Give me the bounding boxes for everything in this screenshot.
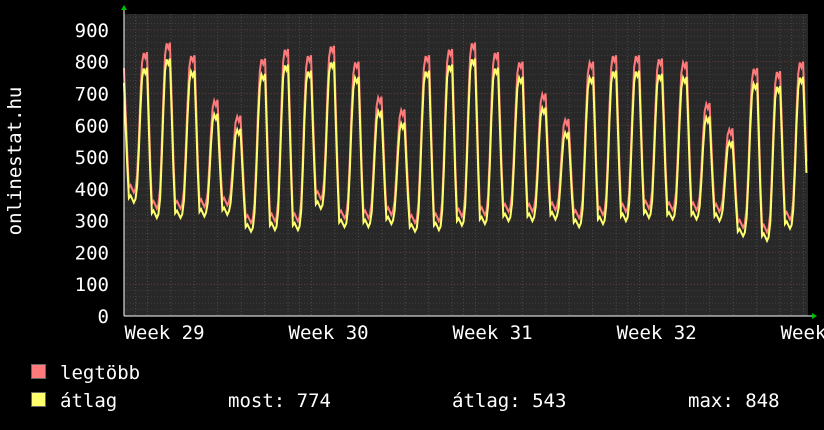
y-tick-label: 300 bbox=[75, 211, 109, 233]
legend-label-avg: átlag bbox=[60, 390, 118, 412]
x-tick-label: Week 33 bbox=[781, 322, 824, 344]
x-tick-label: Week 30 bbox=[289, 322, 369, 344]
legend-item-avg: átlag bbox=[31, 390, 117, 414]
x-tick-label: Week 29 bbox=[124, 322, 204, 344]
line-chart: 0 100 200 300 400 500 600 700 800 900 Week 29 Week … bbox=[75, 5, 824, 344]
y-tick-label: 900 bbox=[75, 20, 109, 42]
legend-swatch-avg bbox=[31, 392, 46, 407]
y-tick-label: 200 bbox=[75, 242, 109, 264]
y-tick-label: 100 bbox=[75, 274, 109, 296]
stat-now: most: 774 bbox=[228, 390, 331, 412]
stat-max: max: 848 bbox=[688, 390, 780, 412]
x-tick-label: Week 31 bbox=[453, 322, 533, 344]
y-tick-label: 600 bbox=[75, 115, 109, 137]
y-axis-arrow bbox=[121, 5, 127, 10]
legend-label-max: legtöbb bbox=[60, 362, 141, 384]
y-axis-label: onlinestat.hu bbox=[4, 86, 26, 236]
legend-item-max: legtöbb bbox=[31, 362, 140, 386]
y-tick-label: 700 bbox=[75, 83, 109, 105]
y-tick-label: 400 bbox=[75, 179, 109, 201]
y-tick-label: 500 bbox=[75, 147, 109, 169]
y-tick-label: 0 bbox=[98, 306, 109, 328]
y-tick-label: 800 bbox=[75, 52, 109, 74]
x-tick-label: Week 32 bbox=[617, 322, 697, 344]
x-axis-arrow bbox=[812, 313, 817, 319]
legend-swatch-max bbox=[31, 364, 46, 379]
stat-average: átlag: 543 bbox=[452, 390, 567, 412]
